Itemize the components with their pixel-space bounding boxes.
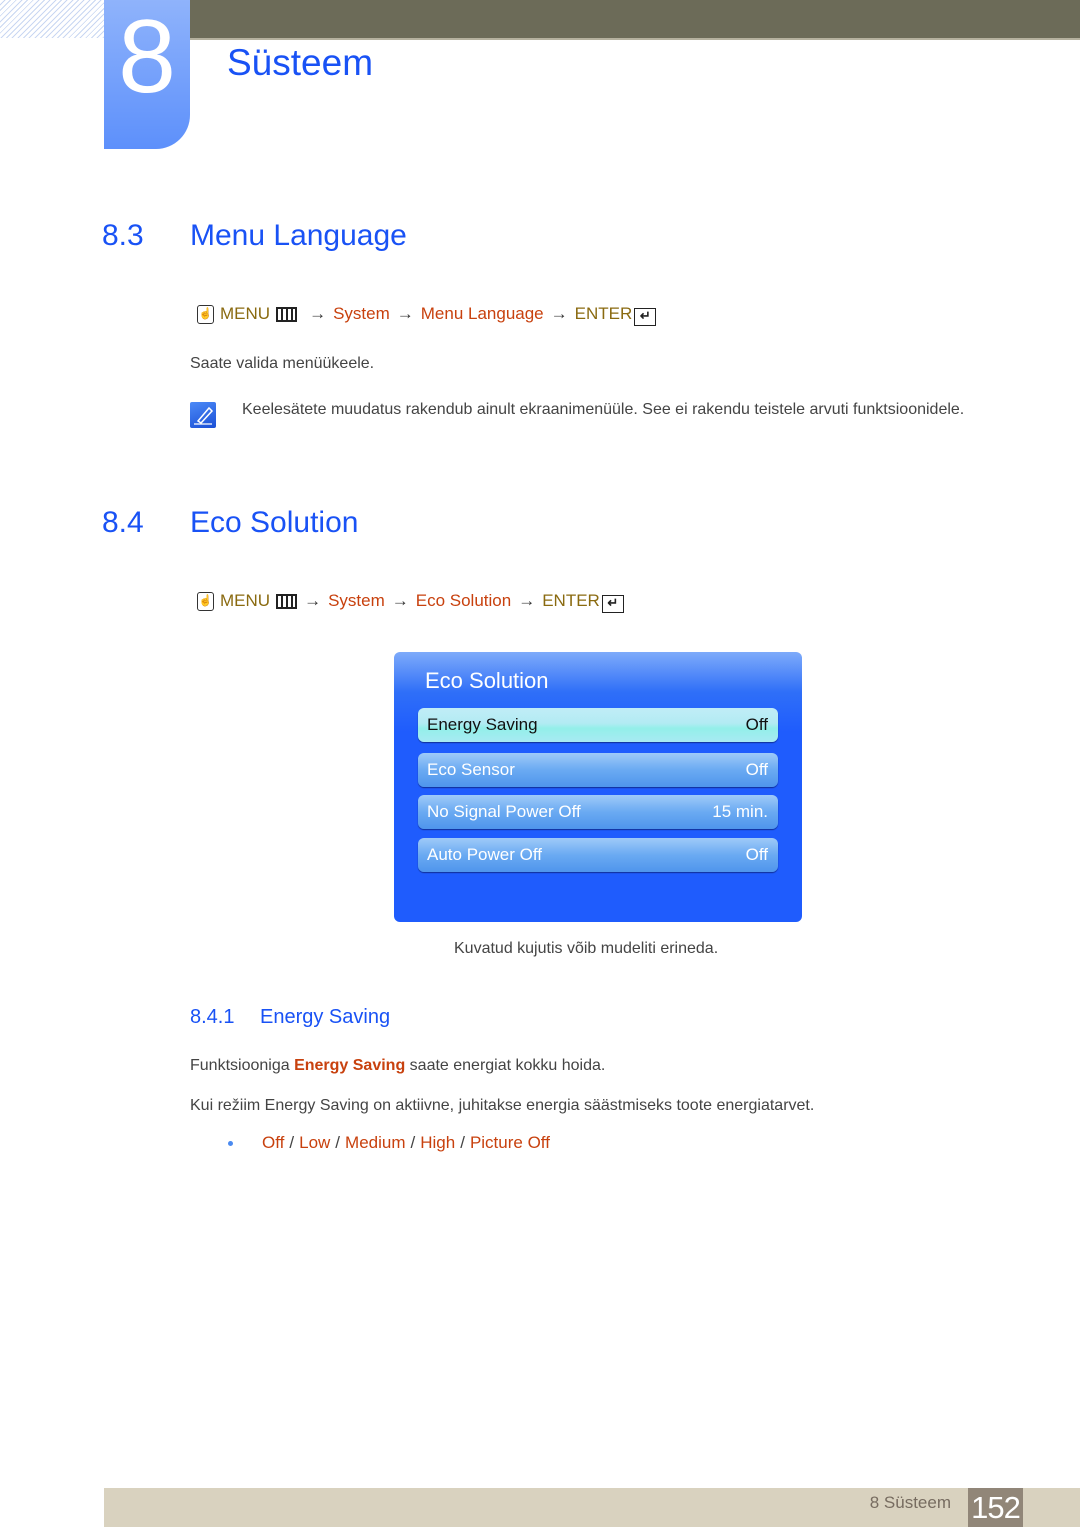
separator: / — [335, 1133, 341, 1152]
osd-row-no-signal-power-off: No Signal Power Off 15 min. — [418, 795, 778, 829]
footer-chapter-label: 8 Süsteem — [869, 1493, 951, 1512]
path-item-system: System — [333, 304, 390, 323]
arrow-icon: → — [391, 591, 409, 610]
enter-icon: ↵ — [634, 308, 657, 326]
osd-row-label: No Signal Power Off — [427, 802, 581, 821]
header-bar — [190, 0, 1080, 40]
note-pencil-icon — [190, 402, 216, 428]
path-item-eco-solution: Eco Solution — [415, 591, 512, 610]
menu-grid-icon — [276, 593, 298, 609]
arrow-icon: → — [309, 304, 327, 323]
section-title: Menu Language — [190, 219, 407, 252]
remote-hand-icon: ☝ — [197, 304, 214, 324]
chapter-number: 8 — [118, 0, 176, 115]
osd-row-label: Eco Sensor — [427, 760, 515, 779]
osd-row-energy-saving: Energy Saving Off — [418, 708, 778, 742]
path-item-system: System — [328, 591, 385, 610]
section-title: Eco Solution — [190, 506, 359, 539]
separator: / — [460, 1133, 465, 1152]
menu-grid-icon — [276, 306, 298, 322]
text: Funktsiooniga — [190, 1057, 295, 1074]
osd-row-label: Auto Power Off — [427, 845, 542, 864]
menu-label: MENU — [220, 304, 271, 323]
energy-saving-paragraph-1: Funktsiooniga Energy Saving saate energi… — [190, 1055, 605, 1077]
option-picture-off: Picture Off — [469, 1133, 550, 1152]
arrow-icon: → — [518, 591, 536, 610]
eco-solution-osd-screenshot: Eco Solution Energy Saving Off Eco Senso… — [394, 652, 802, 922]
osd-row-value: Off — [745, 760, 768, 779]
subsection-number: 8.4.1 — [190, 1006, 235, 1028]
section-number: 8.4 — [102, 506, 144, 539]
arrow-icon: → — [550, 304, 568, 323]
osd-row-value: Off — [745, 845, 768, 864]
option-off: Off — [262, 1133, 285, 1152]
enter-label: ENTER — [574, 304, 633, 323]
arrow-icon: → — [396, 304, 414, 323]
option-medium: Medium — [345, 1133, 406, 1152]
menu-path: ☝ MENU → System → Menu Language → ENTER … — [197, 302, 657, 326]
osd-row-value: 15 min. — [712, 802, 768, 821]
enter-label: ENTER — [542, 591, 600, 610]
image-caption: Kuvatud kujutis võib mudeliti erineda. — [454, 940, 719, 957]
menu-language-description: Saate valida menüükeele. — [190, 355, 375, 372]
osd-row-label: Energy Saving — [427, 715, 538, 734]
decorative-hatch — [0, 0, 104, 38]
osd-row-auto-power-off: Auto Power Off Off — [418, 838, 778, 872]
osd-title: Eco Solution — [425, 668, 549, 693]
section-number: 8.3 — [102, 219, 144, 252]
bullet-icon — [228, 1141, 233, 1146]
energy-saving-paragraph-2: Kui režiim Energy Saving on aktiivne, ju… — [190, 1097, 815, 1114]
text: saate energiat kokku hoida. — [405, 1057, 606, 1074]
page-number: 152 — [968, 1488, 1023, 1527]
osd-row-eco-sensor: Eco Sensor Off — [418, 753, 778, 787]
option-high: High — [420, 1133, 456, 1152]
enter-icon: ↵ — [601, 595, 624, 613]
option-low: Low — [299, 1133, 331, 1152]
separator: / — [289, 1133, 295, 1152]
remote-hand-icon: ☝ — [197, 591, 214, 611]
arrow-icon: → — [304, 591, 322, 610]
osd-row-value: Off — [745, 715, 768, 734]
path-item-menu-language: Menu Language — [420, 304, 544, 323]
menu-label: MENU — [220, 591, 271, 610]
menu-path: ☝ MENU → System → Eco Solution → ENTER ↵ — [197, 589, 624, 613]
chapter-title: Süsteem — [227, 42, 374, 83]
energy-saving-options: Off / Low / Medium / High / Picture Off — [262, 1131, 550, 1155]
separator: / — [410, 1133, 416, 1152]
menu-language-note: Keelesätete muudatus rakendub ainult ekr… — [242, 401, 965, 418]
energy-saving-highlight: Energy Saving — [294, 1057, 406, 1074]
subsection-title: Energy Saving — [260, 1006, 391, 1028]
